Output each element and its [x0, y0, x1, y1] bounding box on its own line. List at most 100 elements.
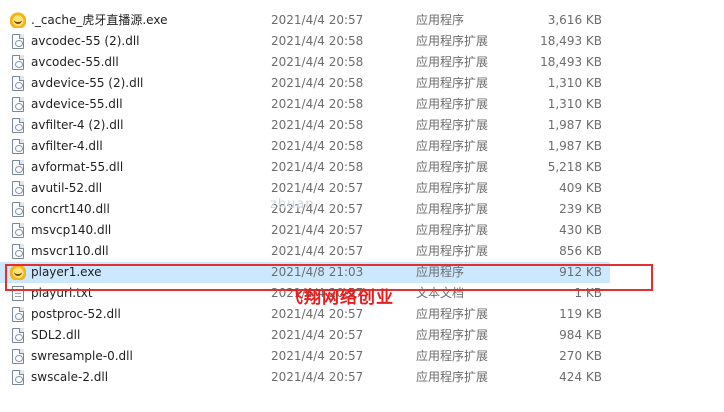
- file-row[interactable]: avfilter-4 (2).dll 2021/4/4 20:58 应用程序扩展 1,…: [0, 115, 610, 136]
- file-type: 应用程序扩展: [416, 139, 489, 153]
- file-size: 1,987 KB: [547, 118, 602, 132]
- file-size: 856 KB: [559, 244, 602, 258]
- file-row[interactable]: avcodec-55.dll 2021/4/4 20:58 应用程序扩展 18,493…: [0, 52, 610, 73]
- dll-file-icon: [12, 202, 24, 217]
- file-type: 应用程序: [416, 265, 465, 279]
- file-size: 1,310 KB: [547, 76, 602, 90]
- file-size: 430 KB: [559, 223, 602, 237]
- dll-file-icon: [12, 76, 24, 91]
- file-name: avformat-55.dll: [31, 160, 124, 174]
- file-size: 409 KB: [559, 181, 602, 195]
- file-row[interactable]: msvcp140.dll 2021/4/4 20:57 应用程序扩展 430 KB: [0, 220, 610, 241]
- file-row[interactable]: avutil-52.dll 2021/4/4 20:57 应用程序扩展 409 KB: [0, 178, 610, 199]
- dll-file-icon: [12, 97, 24, 112]
- file-list: ._cache_虎牙直播源.exe 2021/4/4 20:57 应用程序 3,616…: [0, 0, 724, 412]
- file-size: 912 KB: [559, 265, 602, 279]
- file-name: postproc-52.dll: [31, 307, 121, 321]
- file-date-modified: 2021/4/4 20:58: [271, 34, 364, 48]
- file-date-modified: 2021/4/4 20:57: [271, 349, 364, 363]
- file-name: playurl.txt: [31, 286, 93, 300]
- file-date-modified: 2021/4/4 20:58: [271, 97, 364, 111]
- file-name: avcodec-55 (2).dll: [31, 34, 140, 48]
- file-date-modified: 2021/4/8 21:03: [271, 265, 364, 279]
- app-icon: [10, 12, 26, 28]
- file-date-modified: 2021/4/4 20:58: [271, 160, 364, 174]
- file-name: player1.exe: [31, 265, 102, 279]
- app-icon: [10, 264, 26, 280]
- dll-file-icon: [12, 118, 24, 133]
- file-type: 应用程序扩展: [416, 118, 489, 132]
- file-row[interactable]: avdevice-55.dll 2021/4/4 20:58 应用程序扩展 1,310…: [0, 94, 610, 115]
- overlay-caption: 飞翔网络创业: [286, 288, 394, 308]
- file-type: 应用程序扩展: [416, 76, 489, 90]
- file-row[interactable]: SDL2.dll 2021/4/4 20:57 应用程序扩展 984 KB: [0, 325, 610, 346]
- file-date-modified: 2021/4/4 20:57: [271, 181, 364, 195]
- dll-file-icon: [12, 349, 24, 364]
- file-row[interactable]: avfilter-4.dll 2021/4/4 20:58 应用程序扩展 1,987 …: [0, 136, 610, 157]
- file-name: avfilter-4 (2).dll: [31, 118, 124, 132]
- file-row[interactable]: ._cache_虎牙直播源.exe 2021/4/4 20:57 应用程序 3,616…: [0, 10, 610, 31]
- file-date-modified: 2021/4/4 20:57: [271, 223, 364, 237]
- watermark-text: zhuan: [270, 197, 315, 212]
- file-name: avutil-52.dll: [31, 181, 103, 195]
- file-date-modified: 2021/4/4 20:57: [271, 328, 364, 342]
- file-type: 应用程序扩展: [416, 34, 489, 48]
- file-size: 1 KB: [574, 286, 602, 300]
- file-type: 应用程序扩展: [416, 160, 489, 174]
- file-date-modified: 2021/4/4 20:58: [271, 76, 364, 90]
- file-row[interactable]: avformat-55.dll 2021/4/4 20:58 应用程序扩展 5,218…: [0, 157, 610, 178]
- file-date-modified: 2021/4/4 20:57: [271, 370, 364, 384]
- file-name: avdevice-55 (2).dll: [31, 76, 144, 90]
- file-row[interactable]: swresample-0.dll 2021/4/4 20:57 应用程序扩展 270 …: [0, 346, 610, 367]
- file-type: 应用程序扩展: [416, 181, 489, 195]
- dll-file-icon: [12, 55, 24, 70]
- file-name: msvcp140.dll: [31, 223, 112, 237]
- file-type: 应用程序扩展: [416, 97, 489, 111]
- dll-file-icon: [12, 244, 24, 259]
- file-size: 3,616 KB: [547, 13, 602, 27]
- file-type: 应用程序扩展: [416, 244, 489, 258]
- file-type: 文本文档: [416, 286, 465, 300]
- dll-file-icon: [12, 370, 24, 385]
- file-size: 1,987 KB: [547, 139, 602, 153]
- file-name: msvcr110.dll: [31, 244, 109, 258]
- file-date-modified: 2021/4/4 20:58: [271, 118, 364, 132]
- file-name: swscale-2.dll: [31, 370, 109, 384]
- file-name: ._cache_虎牙直播源.exe: [31, 13, 168, 27]
- file-row[interactable]: msvcr110.dll 2021/4/4 20:57 应用程序扩展 856 KB: [0, 241, 610, 262]
- file-date-modified: 2021/4/4 20:58: [271, 55, 364, 69]
- file-name: avdevice-55.dll: [31, 97, 123, 111]
- file-type: 应用程序扩展: [416, 328, 489, 342]
- dll-file-icon: [12, 223, 24, 238]
- file-name: concrt140.dll: [31, 202, 110, 216]
- file-size: 984 KB: [559, 328, 602, 342]
- file-type: 应用程序扩展: [416, 349, 489, 363]
- dll-file-icon: [12, 307, 24, 322]
- file-type: 应用程序: [416, 13, 465, 27]
- file-date-modified: 2021/4/4 20:58: [271, 139, 364, 153]
- file-type: 应用程序扩展: [416, 307, 489, 321]
- file-type: 应用程序扩展: [416, 55, 489, 69]
- file-row[interactable]: swscale-2.dll 2021/4/4 20:57 应用程序扩展 424 KB: [0, 367, 610, 388]
- file-date-modified: 2021/4/4 20:57: [271, 244, 364, 258]
- file-name: SDL2.dll: [31, 328, 81, 342]
- file-row[interactable]: avcodec-55 (2).dll 2021/4/4 20:58 应用程序扩展 18…: [0, 31, 610, 52]
- file-size: 119 KB: [559, 307, 602, 321]
- file-date-modified: 2021/4/4 20:57: [271, 13, 364, 27]
- file-size: 18,493 KB: [540, 55, 602, 69]
- file-size: 239 KB: [559, 202, 602, 216]
- file-type: 应用程序扩展: [416, 370, 489, 384]
- file-row[interactable]: avdevice-55 (2).dll 2021/4/4 20:58 应用程序扩展 1…: [0, 73, 610, 94]
- file-size: 5,218 KB: [547, 160, 602, 174]
- file-type: 应用程序扩展: [416, 223, 489, 237]
- text-file-icon: [12, 286, 24, 301]
- file-size: 18,493 KB: [540, 34, 602, 48]
- dll-file-icon: [12, 181, 24, 196]
- dll-file-icon: [12, 34, 24, 49]
- dll-file-icon: [12, 160, 24, 175]
- file-name: avfilter-4.dll: [31, 139, 103, 153]
- file-size: 270 KB: [559, 349, 602, 363]
- file-name: avcodec-55.dll: [31, 55, 119, 69]
- file-name: swresample-0.dll: [31, 349, 133, 363]
- file-row[interactable]: player1.exe 2021/4/8 21:03 应用程序 912 KB: [0, 262, 610, 283]
